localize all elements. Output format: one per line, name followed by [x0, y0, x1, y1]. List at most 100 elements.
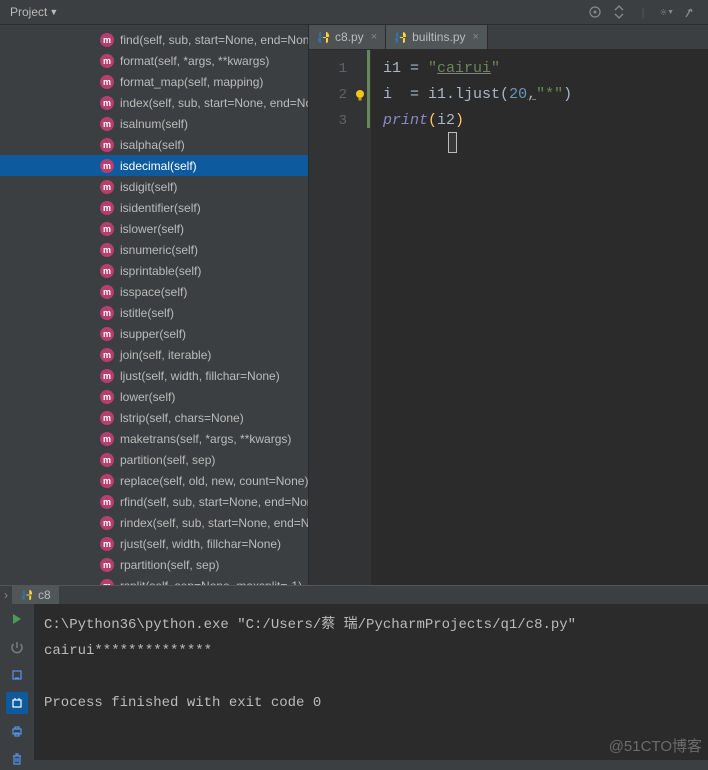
method-icon: m — [100, 222, 114, 236]
structure-item[interactable]: m rjust(self, width, fillchar=None) — [0, 533, 308, 554]
structure-item-label: rindex(self, sub, start=None, end=None) — [120, 516, 308, 530]
structure-item-label: isidentifier(self) — [120, 201, 201, 215]
method-icon: m — [100, 369, 114, 383]
method-icon: m — [100, 201, 114, 215]
structure-item[interactable]: mpartition(self, sep) — [0, 449, 308, 470]
method-icon: m — [100, 537, 114, 551]
run-tool-window: › c8 — [0, 585, 708, 760]
structure-item[interactable]: m lower(self) — [0, 386, 308, 407]
structure-item[interactable]: mmaketrans(self, *args, **kwargs) — [0, 428, 308, 449]
method-icon: m — [100, 264, 114, 278]
structure-item-label: isspace(self) — [120, 285, 187, 299]
method-icon: m — [100, 432, 114, 446]
structure-item-label: islower(self) — [120, 222, 184, 236]
structure-item[interactable]: m format(self, *args, **kwargs) — [0, 50, 308, 71]
run-toolbar — [0, 604, 34, 770]
structure-list: mfind(self, sub, start=None, end=None)mf… — [0, 25, 308, 585]
project-label: Project — [10, 5, 47, 19]
structure-item[interactable]: m find(self, sub, start=None, end=None) — [0, 29, 308, 50]
structure-item[interactable]: m rfind(self, sub, start=None, end=None) — [0, 491, 308, 512]
method-icon: m — [100, 33, 114, 47]
method-icon: m — [100, 159, 114, 173]
structure-item[interactable]: mrpartition(self, sep) — [0, 554, 308, 575]
trash-button[interactable] — [6, 748, 28, 770]
gear-icon[interactable]: ▼ — [660, 5, 674, 19]
structure-panel: mfind(self, sub, start=None, end=None)mf… — [0, 25, 309, 585]
structure-item[interactable]: mrsplit(self, sep=None, maxsplit=-1) — [0, 575, 308, 585]
structure-item[interactable]: misdigit(self) — [0, 176, 308, 197]
method-icon: m — [100, 327, 114, 341]
close-icon[interactable]: × — [473, 31, 479, 43]
tab-c8[interactable]: c8.py × — [309, 25, 386, 49]
intention-bulb-icon[interactable] — [353, 86, 367, 100]
structure-item-label: lower(self) — [120, 390, 175, 404]
code-editor[interactable]: 1 2 3 i1 = "cairui" i2 = i1.ljust(20,"*"… — [309, 50, 708, 585]
structure-item-label: join(self, iterable) — [120, 348, 211, 362]
method-icon: m — [100, 348, 114, 362]
divider: | — [636, 5, 650, 19]
hide-icon[interactable] — [684, 5, 698, 19]
method-icon: m — [100, 117, 114, 131]
method-icon: m — [100, 495, 114, 509]
line-number: 2 — [309, 82, 371, 108]
structure-item[interactable]: misalpha(self) — [0, 134, 308, 155]
structure-item[interactable]: m isalnum(self) — [0, 113, 308, 134]
collapse-icon[interactable] — [612, 5, 626, 19]
console-output[interactable]: C:\Python36\python.exe "C:/Users/蔡 瑞/Pyc… — [34, 604, 708, 770]
structure-item-label: rsplit(self, sep=None, maxsplit=-1) — [120, 579, 302, 586]
text-caret — [448, 132, 457, 153]
structure-item[interactable]: m lstrip(self, chars=None) — [0, 407, 308, 428]
tab-builtins[interactable]: builtins.py × — [386, 25, 488, 49]
editor-tabs: c8.py × builtins.py × — [309, 25, 708, 50]
structure-item-label: rjust(self, width, fillchar=None) — [120, 537, 281, 551]
stop-button[interactable] — [6, 636, 28, 658]
structure-item-label: isalnum(self) — [120, 117, 188, 131]
scroll-up-button[interactable] — [6, 664, 28, 686]
structure-item[interactable]: misupper(self) — [0, 323, 308, 344]
structure-item-label: isprintable(self) — [120, 264, 201, 278]
run-tab-bar: › c8 — [0, 586, 708, 604]
structure-item[interactable]: mistitle(self) — [0, 302, 308, 323]
run-config-tab[interactable]: c8 — [12, 586, 59, 604]
line-gutter: 1 2 3 — [309, 50, 371, 585]
structure-item[interactable]: mreplace(self, old, new, count=None) — [0, 470, 308, 491]
structure-item[interactable]: m rindex(self, sub, start=None, end=None) — [0, 512, 308, 533]
method-icon: m — [100, 96, 114, 110]
structure-item-label: isnumeric(self) — [120, 243, 198, 257]
structure-item[interactable]: m join(self, iterable) — [0, 344, 308, 365]
method-icon: m — [100, 243, 114, 257]
soft-wrap-button[interactable] — [6, 692, 28, 714]
structure-item-label: find(self, sub, start=None, end=None) — [120, 33, 308, 47]
structure-item[interactable]: misspace(self) — [0, 281, 308, 302]
structure-item-label: ljust(self, width, fillchar=None) — [120, 369, 280, 383]
structure-item[interactable]: mindex(self, sub, start=None, end=None) — [0, 92, 308, 113]
method-icon: m — [100, 411, 114, 425]
structure-item[interactable]: m ljust(self, width, fillchar=None) — [0, 365, 308, 386]
structure-item[interactable]: m isprintable(self) — [0, 260, 308, 281]
method-icon: m — [100, 390, 114, 404]
structure-item[interactable]: m islower(self) — [0, 218, 308, 239]
structure-item-label: rfind(self, sub, start=None, end=None) — [120, 495, 308, 509]
structure-item-label: replace(self, old, new, count=None) — [120, 474, 308, 488]
method-icon: m — [100, 180, 114, 194]
structure-item[interactable]: m isidentifier(self) — [0, 197, 308, 218]
method-icon: m — [100, 516, 114, 530]
code-area[interactable]: i1 = "cairui" i2 = i1.ljust(20,"*") prin… — [371, 50, 708, 585]
python-file-icon — [317, 31, 330, 44]
close-icon[interactable]: × — [371, 31, 377, 43]
print-button[interactable] — [6, 720, 28, 742]
structure-item[interactable]: m isnumeric(self) — [0, 239, 308, 260]
line-number: 3 — [309, 108, 371, 134]
method-icon: m — [100, 54, 114, 68]
structure-item[interactable]: mformat_map(self, mapping) — [0, 71, 308, 92]
tab-label: builtins.py — [412, 30, 465, 44]
structure-item[interactable]: misdecimal(self) — [0, 155, 308, 176]
method-icon: m — [100, 558, 114, 572]
rerun-button[interactable] — [6, 608, 28, 630]
chevron-down-icon: ▼ — [49, 7, 58, 17]
target-icon[interactable] — [588, 5, 602, 19]
structure-item-label: format(self, *args, **kwargs) — [120, 54, 269, 68]
structure-item-label: lstrip(self, chars=None) — [120, 411, 244, 425]
project-selector[interactable]: Project ▼ — [4, 3, 64, 21]
structure-item-label: partition(self, sep) — [120, 453, 215, 467]
